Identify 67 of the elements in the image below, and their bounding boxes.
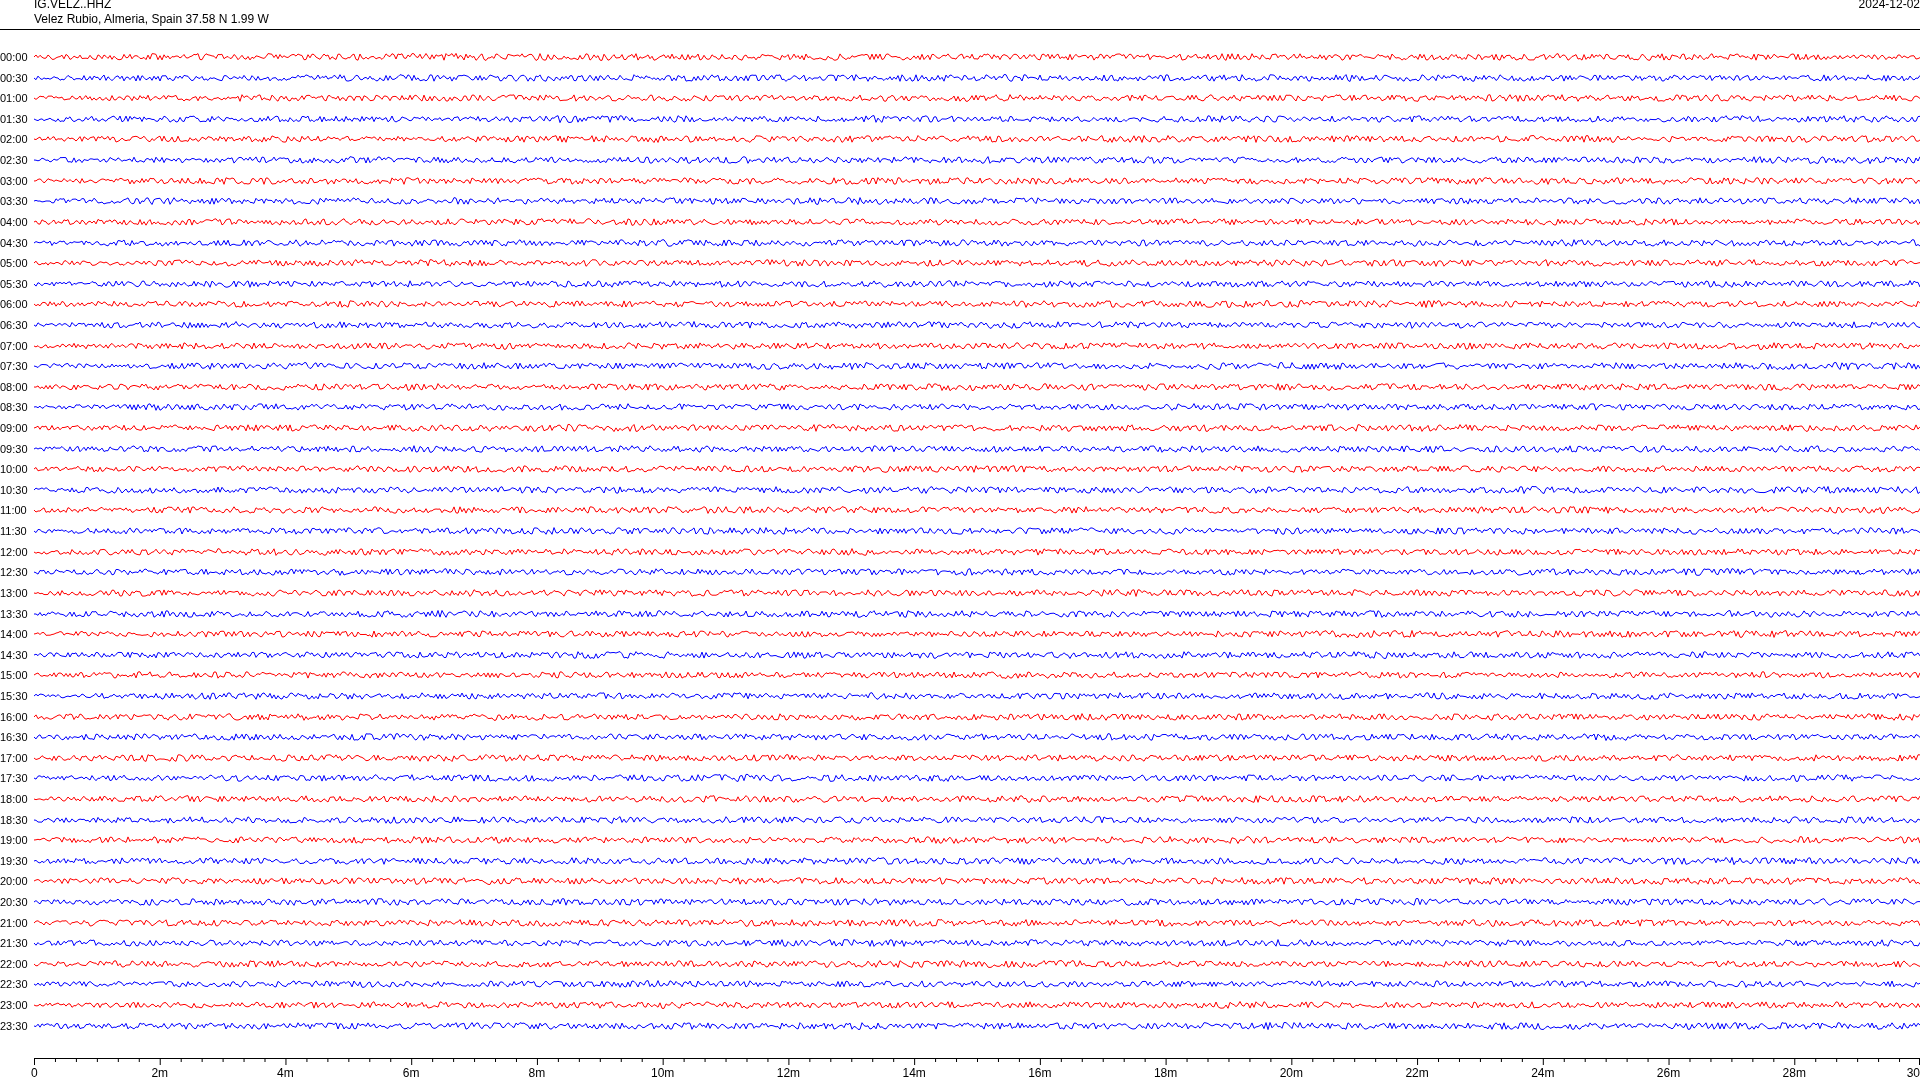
axis-tick-label: 2m: [151, 1067, 169, 1080]
row-time-label: 02:00: [0, 133, 29, 146]
row-time-label: 13:00: [0, 586, 29, 599]
row-time-label: 06:30: [0, 318, 29, 331]
row-time-label: 07:30: [0, 360, 29, 373]
axis-tick-label: 30: [1906, 1067, 1920, 1080]
row-time-label: 16:30: [0, 731, 29, 744]
axis-tick-label: 14m: [902, 1067, 926, 1080]
axis-tick-label: 26m: [1656, 1067, 1681, 1080]
row-time-label: 05:00: [0, 257, 29, 270]
row-time-label: 08:30: [0, 401, 29, 414]
row-time-label: 16:00: [0, 710, 29, 723]
row-time-label: 03:30: [0, 195, 29, 208]
row-time-label: 20:30: [0, 896, 29, 909]
row-time-label: 06:00: [0, 298, 29, 311]
row-time-label: 09:30: [0, 442, 29, 455]
row-time-label: 04:00: [0, 215, 29, 228]
row-time-label: 03:00: [0, 174, 29, 187]
axis-tick-label: 12m: [776, 1067, 801, 1080]
row-time-label: 05:30: [0, 277, 29, 290]
row-time-label: 18:30: [0, 813, 29, 826]
row-time-label: 23:00: [0, 999, 29, 1012]
axis-tick-label: 10m: [651, 1067, 675, 1080]
row-time-label: 19:30: [0, 854, 29, 867]
row-time-label: 20:00: [0, 875, 29, 888]
station-location: Velez Rubio, Almeria, Spain 37.58 N 1.99 W: [34, 13, 269, 26]
row-time-label: 12:00: [0, 545, 29, 558]
row-time-label: 22:30: [0, 978, 29, 991]
axis-tick-label: 18m: [1153, 1067, 1178, 1080]
row-time-label: 14:00: [0, 628, 29, 641]
row-time-label: 11:30: [0, 525, 28, 538]
row-time-label: 18:00: [0, 793, 29, 805]
axis-tick-label: 4m: [277, 1067, 294, 1080]
row-time-label: 10:30: [0, 483, 29, 496]
row-time-label: 19:00: [0, 834, 29, 847]
row-time-label: 11:00: [0, 504, 28, 517]
row-time-label: 07:00: [0, 339, 29, 352]
axis-tick-label: 0: [31, 1067, 38, 1080]
row-time-label: 04:30: [0, 236, 29, 249]
axis-tick-label: 16m: [1028, 1067, 1052, 1080]
station-code: IG.VELZ..HHZ: [34, 0, 113, 11]
row-time-label: 22:00: [0, 957, 29, 970]
row-time-label: 23:30: [0, 1019, 29, 1032]
row-time-label: 08:00: [0, 380, 29, 393]
row-time-label: 12:30: [0, 566, 29, 579]
record-date: 2024-12-02: [1858, 0, 1920, 11]
axis-tick-label: 28m: [1782, 1067, 1806, 1080]
row-time-label: 21:30: [0, 937, 29, 950]
row-time-label: 10:00: [0, 463, 29, 476]
axis-tick-label: 22m: [1405, 1067, 1429, 1080]
row-time-label: 17:30: [0, 772, 29, 785]
row-time-label: 09:00: [0, 422, 29, 434]
row-time-label: 15:30: [0, 689, 29, 702]
row-time-label: 00:30: [0, 71, 29, 84]
row-time-label: 15:00: [0, 669, 29, 682]
row-time-label: 17:00: [0, 751, 29, 764]
axis-tick-label: 8m: [528, 1067, 546, 1080]
axis-tick-label: 6m: [402, 1067, 420, 1080]
row-time-label: 21:00: [0, 916, 29, 929]
row-time-label: 02:30: [0, 154, 29, 167]
axis-tick-label: 20m: [1279, 1067, 1303, 1080]
row-time-label: 14:30: [0, 648, 29, 661]
row-time-label: 13:30: [0, 607, 29, 620]
row-time-label: 01:00: [0, 92, 29, 105]
row-time-label: 00:00: [0, 51, 29, 64]
axis-tick-label: 24m: [1531, 1067, 1555, 1080]
row-time-label: 01:30: [0, 112, 29, 125]
